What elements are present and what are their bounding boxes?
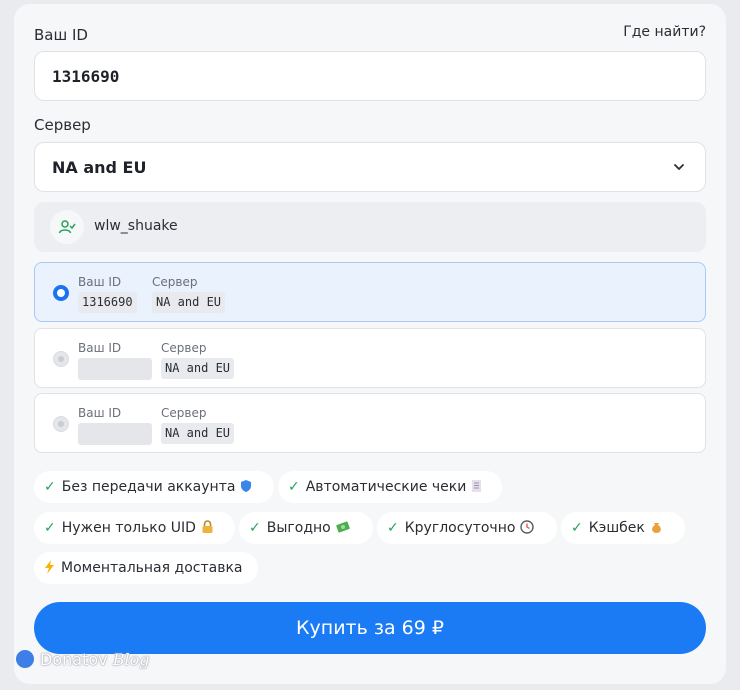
saved-id-empty — [78, 358, 152, 380]
check-icon: ✓ — [571, 520, 583, 536]
saved-account-option[interactable]: Ваш ID Сервер NA and EU — [34, 393, 706, 453]
feature-text: Кэшбек — [588, 520, 645, 536]
watermark-brand: Donatov — [40, 650, 108, 669]
saved-server-value: NA and EU — [161, 423, 235, 444]
feature-text: Выгодно — [266, 520, 331, 536]
feature-tag: ✓ Круглосуточно — [377, 512, 557, 544]
feature-tag: ✓ Нужен только UID — [34, 512, 235, 544]
saved-server-label: Сервер — [161, 406, 207, 420]
feature-tag: ✓ Кэшбек — [561, 512, 685, 544]
check-icon: ✓ — [387, 520, 399, 536]
saved-server-label: Сервер — [152, 275, 198, 289]
radio-unselected[interactable] — [53, 351, 69, 367]
watermark-suffix: Blog — [112, 650, 150, 669]
shield-icon — [240, 479, 252, 495]
check-icon: ✓ — [44, 520, 56, 536]
where-to-find-link[interactable]: Где найти? — [623, 24, 706, 40]
feature-text: Круглосуточно — [404, 520, 516, 536]
id-label: Ваш ID — [34, 26, 88, 44]
feature-text: Нужен только UID — [61, 520, 196, 536]
saved-id-empty — [78, 423, 152, 445]
saved-account-option[interactable]: Ваш ID Сервер NA and EU — [34, 328, 706, 388]
saved-id-label: Ваш ID — [78, 406, 122, 420]
money-bag-icon — [650, 520, 663, 536]
lock-icon — [201, 520, 214, 536]
check-icon: ✓ — [249, 520, 261, 536]
check-icon: ✓ — [288, 479, 300, 495]
feature-tag: ✓ Автоматические чеки — [278, 471, 502, 503]
radio-unselected[interactable] — [53, 416, 69, 432]
feature-text: Автоматические чеки — [305, 479, 467, 495]
feature-tag: Моментальная доставка — [34, 552, 258, 584]
feature-tag: ✓ Без передачи аккаунта — [34, 471, 274, 503]
feature-text: Без передачи аккаунта — [61, 479, 236, 495]
saved-server-label: Сервер — [161, 341, 207, 355]
lightning-icon — [44, 560, 55, 576]
feature-tag: ✓ Выгодно — [239, 512, 373, 544]
watermark: Donatov Blog — [16, 650, 149, 669]
user-result: wlw_shuake — [34, 202, 706, 252]
server-select-value: NA and EU — [52, 158, 147, 177]
saved-id-label: Ваш ID — [78, 275, 122, 289]
clock-icon — [520, 520, 535, 536]
id-input[interactable]: 1316690 — [34, 51, 706, 101]
server-select[interactable]: NA and EU — [34, 142, 706, 192]
id-input-value: 1316690 — [52, 67, 120, 86]
money-icon — [335, 520, 350, 536]
check-icon: ✓ — [44, 479, 56, 495]
saved-server-value: NA and EU — [161, 358, 235, 379]
gem-icon — [16, 650, 34, 668]
chevron-down-icon — [674, 164, 684, 170]
receipt-icon — [471, 479, 482, 495]
user-check-icon — [50, 210, 84, 244]
server-label: Сервер — [34, 116, 91, 134]
payment-card: Ваш ID Где найти? 1316690 Сервер NA and … — [14, 4, 726, 684]
radio-selected[interactable] — [53, 285, 69, 301]
feature-text: Моментальная доставка — [61, 560, 243, 576]
saved-server-value: NA and EU — [152, 292, 226, 313]
username: wlw_shuake — [94, 218, 178, 234]
saved-id-value: 1316690 — [78, 292, 137, 313]
buy-button[interactable]: Купить за 69 ₽ — [34, 602, 706, 654]
saved-account-option[interactable]: Ваш ID Сервер 1316690 NA and EU — [34, 262, 706, 322]
saved-id-label: Ваш ID — [78, 341, 122, 355]
